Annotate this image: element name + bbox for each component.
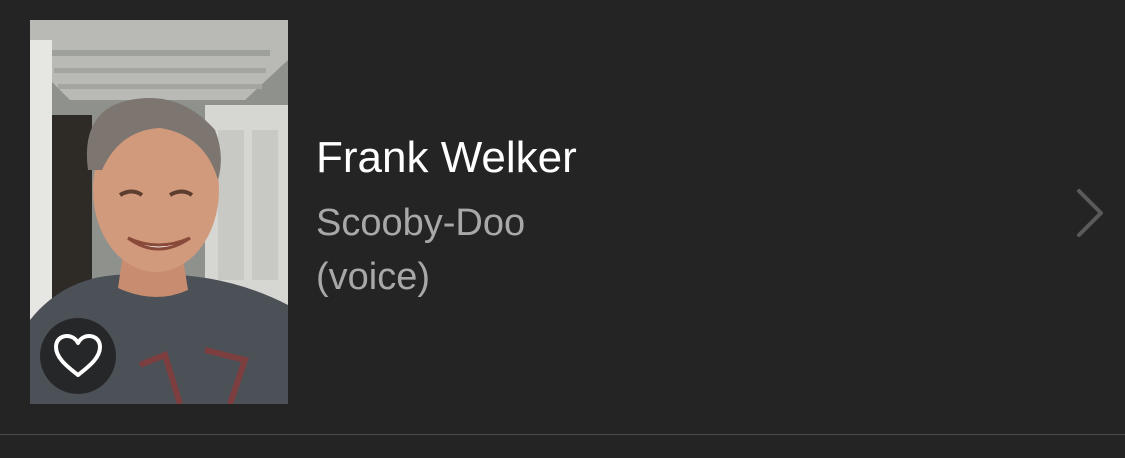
- cast-member-role: Scooby-Doo (voice): [316, 196, 716, 304]
- heart-outline-icon: [54, 334, 102, 377]
- credit-note: (voice): [316, 256, 431, 298]
- row-separator: [0, 434, 1125, 435]
- cast-member-row[interactable]: Frank Welker Scooby-Doo (voice): [0, 0, 1125, 434]
- cast-member-name: Frank Welker: [316, 133, 577, 182]
- favorite-button[interactable]: [40, 318, 116, 394]
- chevron-right-icon[interactable]: [1072, 188, 1106, 238]
- character-name: Scooby-Doo: [316, 202, 526, 244]
